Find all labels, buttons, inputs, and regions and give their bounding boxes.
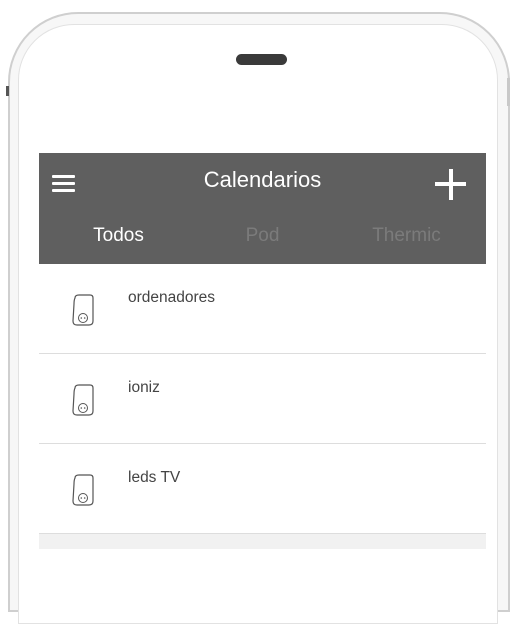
page-title: Calendarios — [203, 167, 322, 192]
add-calendar-button[interactable] — [433, 167, 469, 203]
phone-side-button — [6, 86, 9, 96]
app-screen: Calendarios Todos Pod Thermic ordenadore… — [39, 153, 486, 549]
tab-pod[interactable]: Pod — [188, 225, 337, 247]
phone-speaker — [236, 54, 287, 65]
calendar-list: ordenadores ioniz leds TV — [39, 264, 486, 549]
list-item[interactable]: leds TV — [39, 444, 486, 534]
app-header: Calendarios Todos Pod Thermic — [39, 153, 486, 264]
calendar-name: ordenadores — [128, 289, 216, 306]
plus-icon-vertical — [449, 169, 453, 200]
tab-todos[interactable]: Todos — [44, 225, 193, 247]
calendar-name: ioniz — [128, 379, 160, 396]
tab-thermic[interactable]: Thermic — [332, 225, 481, 247]
plug-device-icon — [72, 384, 94, 416]
calendar-name: leds TV — [128, 469, 181, 486]
plug-device-icon — [72, 474, 94, 506]
list-item[interactable]: ioniz — [39, 354, 486, 444]
list-footer-area — [39, 534, 486, 549]
plug-device-icon — [72, 294, 94, 326]
list-item[interactable]: ordenadores — [39, 264, 486, 354]
tab-bar: Todos Pod Thermic — [39, 219, 486, 255]
